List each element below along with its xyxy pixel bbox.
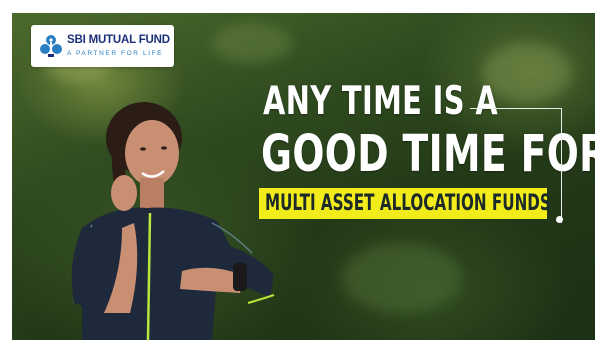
highlight-banner: MULTI ASSET ALLOCATION FUNDS bbox=[259, 188, 551, 219]
sbi-logo-card: SBI MUTUAL FUND A PARTNER FOR LIFE bbox=[31, 25, 174, 67]
ad-banner: SBI MUTUAL FUND A PARTNER FOR LIFE ANY T… bbox=[12, 13, 595, 340]
headline-line-1: ANY TIME IS A bbox=[263, 79, 499, 124]
decorative-bracket-dot bbox=[556, 216, 563, 223]
sbi-logo-icon bbox=[40, 35, 62, 57]
smartwatch-icon bbox=[233, 263, 247, 291]
brand-name: SBI MUTUAL FUND bbox=[67, 34, 170, 46]
fund-name-highlight: MULTI ASSET ALLOCATION FUNDS bbox=[265, 191, 551, 216]
brand-tagline: A PARTNER FOR LIFE bbox=[67, 50, 164, 57]
